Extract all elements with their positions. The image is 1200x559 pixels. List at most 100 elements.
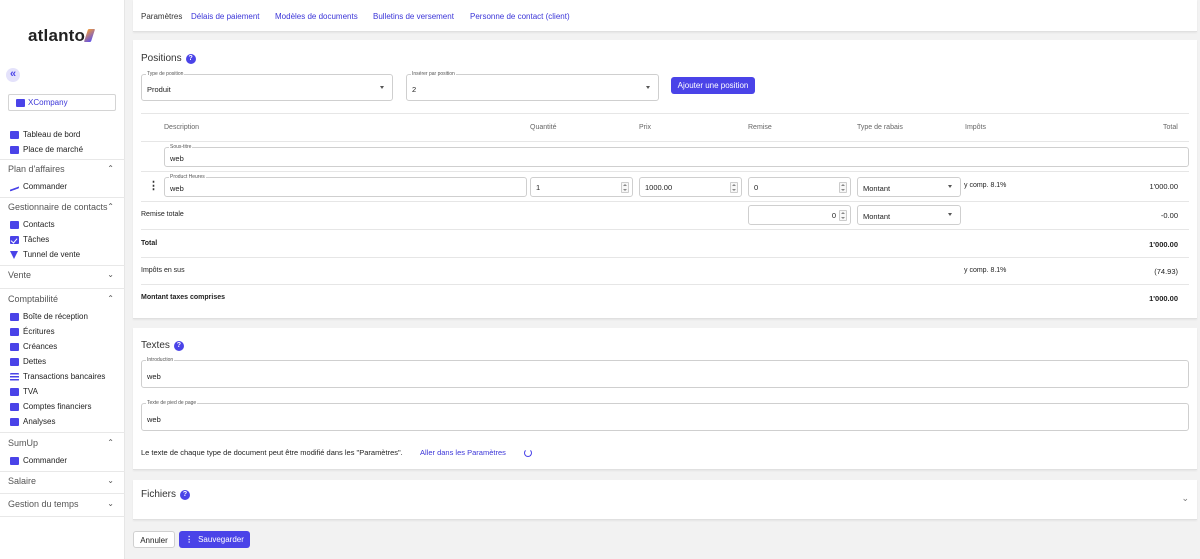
field-value: Montant (863, 212, 891, 221)
stepper-icon[interactable] (839, 210, 847, 221)
section-sales[interactable]: Vente ⌄ (8, 268, 116, 282)
save-button[interactable]: ⋮ Sauvegarder (179, 531, 250, 548)
sidebar-item-dashboard[interactable]: Tableau de bord (10, 129, 80, 141)
sidebar-item-sales-funnel[interactable]: Tunnel de vente (10, 249, 80, 261)
collapse-sidebar-icon[interactable]: « (6, 68, 20, 82)
save-label: Sauvegarder (198, 535, 244, 544)
sidebar-item-label: Créances (23, 342, 58, 351)
section-contacts[interactable]: Gestionnaire de contacts ⌃ (8, 200, 116, 214)
sidebar-item-label: Analyses (23, 417, 56, 426)
sidebar: atlanto « XCompany Tableau de bord Place… (0, 0, 125, 559)
sidebar-item-sumup-order[interactable]: Commander (10, 455, 67, 467)
tax-label: Impôts en sus (141, 267, 185, 274)
receivable-icon (10, 343, 19, 351)
col-price: Prix (639, 124, 652, 131)
help-icon[interactable]: ? (173, 341, 184, 351)
link-contact-person[interactable]: Personne de contact (client) (470, 12, 570, 21)
cancel-button[interactable]: Annuler (133, 531, 175, 548)
link-payment-slips[interactable]: Bulletins de versement (373, 12, 454, 21)
sidebar-item-debts[interactable]: Dettes (10, 356, 46, 368)
row-tax[interactable]: y comp. 8.1% (964, 182, 1006, 189)
params-bar: Paramètres Délais de paiement Modèles de… (133, 0, 1197, 32)
sidebar-item-label: Tableau de bord (23, 130, 81, 139)
sidebar-item-entries[interactable]: Écritures (10, 326, 55, 338)
total-value: 1'000.00 (1149, 240, 1178, 249)
sidebar-item-label: Commander (23, 182, 68, 191)
sidebar-item-label: Boîte de réception (23, 312, 88, 321)
atlanto-logo[interactable]: atlanto (28, 26, 96, 46)
position-type-select[interactable]: Type de position Produit (141, 71, 393, 101)
help-icon[interactable]: ? (185, 54, 196, 64)
sidebar-item-analytics[interactable]: Analyses (10, 416, 55, 428)
chevron-down-icon[interactable]: ⌄ (1181, 493, 1189, 504)
section-business-plan[interactable]: Plan d'affaires ⌃ (8, 162, 116, 176)
go-to-settings-link[interactable]: Aller dans les Paramètres (420, 448, 506, 457)
company-name: XCompany (28, 98, 68, 107)
help-icon[interactable]: ? (180, 490, 191, 500)
total-discount-label: Remise totale (141, 211, 184, 218)
sidebar-item-marketplace[interactable]: Place de marché (10, 144, 83, 156)
sidebar-item-receivables[interactable]: Créances (10, 341, 57, 353)
dashboard-icon (10, 131, 19, 139)
sidebar-item-vat[interactable]: TVA (10, 386, 38, 398)
stepper-icon[interactable] (730, 182, 738, 193)
files-card[interactable]: Fichiers? ⌄ (133, 480, 1197, 520)
sidebar-item-label: Tâches (23, 235, 50, 244)
link-payment-terms[interactable]: Délais de paiement (191, 12, 259, 21)
chevron-up-icon: ⌃ (107, 438, 114, 447)
chevron-down-icon (380, 85, 384, 89)
col-taxes: Impôts (965, 124, 987, 131)
company-selector[interactable]: XCompany (8, 94, 116, 111)
chevron-down-icon (948, 213, 952, 216)
row-description-field[interactable]: Product Heures web (164, 174, 527, 197)
col-quantity: Quantité (530, 124, 557, 131)
section-title: Comptabilité (8, 294, 59, 304)
sidebar-item-inbox[interactable]: Boîte de réception (10, 311, 88, 323)
row-quantity-input[interactable]: 1 (530, 177, 633, 197)
chevron-down-icon: ⌄ (107, 476, 114, 485)
field-value: web (147, 415, 161, 424)
section-title: Plan d'affaires (8, 164, 65, 174)
sidebar-item-contacts[interactable]: Contacts (10, 219, 55, 231)
row-discount-input[interactable]: 0 (748, 177, 851, 197)
more-options-icon: ⋮ (185, 535, 194, 544)
refresh-icon[interactable] (524, 449, 532, 457)
total-discount-type-select[interactable]: Montant (857, 205, 961, 225)
field-label: Insérer par position (411, 71, 456, 77)
section-title: Gestion du temps (8, 499, 79, 509)
section-salary[interactable]: Salaire ⌄ (8, 474, 116, 488)
store-icon (10, 146, 19, 154)
stepper-icon[interactable] (839, 182, 847, 193)
sidebar-item-label: Contacts (23, 220, 55, 229)
add-position-button[interactable]: Ajouter une position (671, 77, 755, 94)
insert-position-select[interactable]: Insérer par position 2 (406, 71, 659, 101)
row-menu-icon[interactable]: ⋮ (148, 181, 159, 192)
sidebar-item-tasks[interactable]: Tâches (10, 234, 49, 246)
sidebar-item-label: Commander (23, 456, 68, 465)
field-value: 0 (831, 211, 836, 220)
funnel-icon (10, 251, 18, 259)
subtitle-field[interactable]: Sous-titre web (164, 144, 1189, 167)
row-price-input[interactable]: 1000.00 (639, 177, 742, 197)
stepper-icon[interactable] (621, 182, 629, 193)
tax-rate: y comp. 8.1% (964, 267, 1007, 274)
chevron-down-icon (646, 85, 650, 89)
total-discount-amount: -0.00 (1160, 211, 1178, 220)
total-discount-input[interactable]: 0 (748, 205, 851, 225)
bank-icon (10, 373, 19, 381)
contacts-icon (10, 221, 19, 229)
field-value: 0 (754, 183, 759, 192)
sidebar-item-financial-accounts[interactable]: Comptes financiers (10, 401, 91, 413)
section-accounting[interactable]: Comptabilité ⌃ (8, 292, 116, 306)
chart-icon (10, 183, 19, 192)
field-value: Produit (147, 85, 171, 94)
section-time-management[interactable]: Gestion du temps ⌄ (8, 497, 116, 511)
section-sumup[interactable]: SumUp ⌃ (8, 436, 116, 450)
sidebar-item-order-plan[interactable]: Commander (10, 181, 67, 193)
section-title: Vente (8, 270, 32, 280)
link-document-templates[interactable]: Modèles de documents (275, 12, 358, 21)
sidebar-item-bank-transactions[interactable]: Transactions bancaires (10, 371, 105, 383)
footer-text-field[interactable]: Texte de pied de page web (141, 400, 1189, 431)
introduction-field[interactable]: Introduction web (141, 357, 1189, 388)
row-discount-type-select[interactable]: Montant (857, 177, 961, 197)
